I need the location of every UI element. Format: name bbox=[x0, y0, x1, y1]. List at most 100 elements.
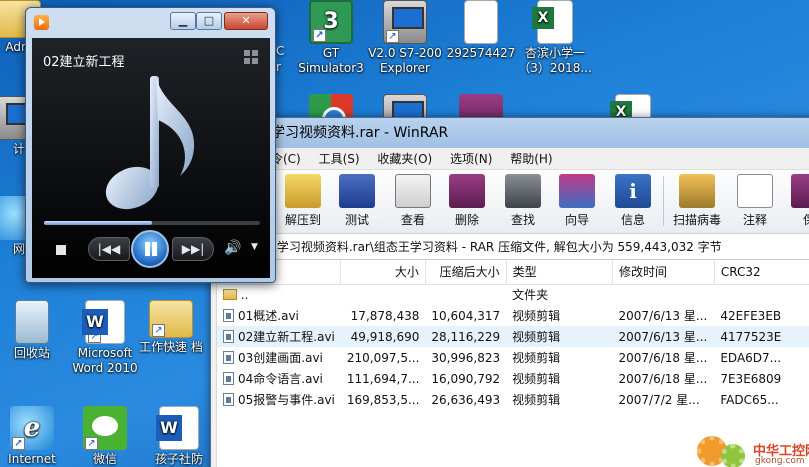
wizard-icon bbox=[559, 174, 595, 208]
crc-cell: FADC65... bbox=[720, 392, 779, 407]
next-button[interactable]: ▶▶| bbox=[172, 237, 214, 261]
desktop-icon-s7-explorer[interactable]: ↗ V2.0 S7-200 Explorer bbox=[366, 0, 444, 76]
desktop-icon-label: 杏滨小学一（3）2018... bbox=[518, 46, 592, 75]
test-icon bbox=[339, 174, 375, 208]
file-list-area: 大小 压缩后大小 类型 修改时间 CRC32 .. 文件夹 01概述.avi 1… bbox=[211, 260, 809, 467]
media-player-screen: 02建立新工程 |◀◀ ▶▶| 🔊 ▼ bbox=[32, 38, 270, 278]
media-player-window[interactable]: ▁ □ ✕ 02建立新工程 |◀◀ ▶▶| 🔊 ▼ bbox=[25, 7, 276, 283]
column-header-size[interactable]: 大小 bbox=[340, 260, 426, 285]
minimize-button[interactable]: ▁ bbox=[170, 12, 196, 30]
toolbar-label: 保 bbox=[802, 213, 809, 227]
volume-menu-chevron-down-icon[interactable]: ▼ bbox=[251, 242, 258, 252]
previous-button[interactable]: |◀◀ bbox=[88, 237, 130, 261]
comment-button[interactable]: 注释 bbox=[725, 174, 785, 228]
column-header-crc[interactable]: CRC32 bbox=[714, 260, 809, 285]
pause-button[interactable] bbox=[131, 230, 169, 268]
winrar-titlebar[interactable]: 学习视频资料.rar - WinRAR bbox=[211, 118, 809, 148]
desktop-icon-recycle-bin[interactable]: 回收站 bbox=[0, 300, 71, 361]
modified-cell: 2007/6/13 星... bbox=[618, 309, 708, 323]
video-file-icon bbox=[223, 351, 234, 364]
desktop-icon-excel-2[interactable] bbox=[594, 94, 672, 118]
desktop-icon-word-doc[interactable]: 孩子社防 bbox=[140, 406, 218, 467]
toolbar-label: 删除 bbox=[454, 213, 479, 227]
archive-path: 组态王学习视频资料.rar\组态王学习资料 - RAR 压缩文件, 解包大小为 … bbox=[240, 240, 722, 254]
watermark-subtext: gkong.com bbox=[755, 456, 805, 466]
toolbar-label: 解压到 bbox=[284, 213, 321, 227]
size-cell: 17,878,438 bbox=[350, 308, 420, 323]
size-cell bbox=[341, 284, 426, 305]
desktop-icon-excel-file[interactable]: 杏滨小学一（3）2018... bbox=[516, 0, 594, 76]
find-button[interactable]: 查找 bbox=[493, 174, 553, 228]
packed-cell: 28,116,229 bbox=[425, 326, 507, 347]
desktop-icon-work-shortcut[interactable]: ↗ 工作快速 档 bbox=[132, 300, 210, 355]
packed-cell: 16,090,792 bbox=[431, 371, 501, 386]
packed-cell: 10,604,317 bbox=[431, 308, 501, 323]
stop-button[interactable] bbox=[56, 245, 66, 255]
view-icon bbox=[395, 174, 431, 208]
size-cell: 49,918,690 bbox=[340, 326, 426, 347]
menu-options[interactable]: 选项(N) bbox=[450, 152, 492, 166]
watermark: 中华工控网 gkong.com bbox=[691, 434, 809, 467]
switch-to-library-icon[interactable] bbox=[244, 50, 260, 64]
info-button[interactable]: i 信息 bbox=[603, 174, 663, 228]
toolbar-label: 信息 bbox=[620, 213, 645, 227]
size-cell: 210,097,5... bbox=[346, 350, 420, 365]
folder-icon: ↗ bbox=[149, 300, 193, 338]
excel-icon bbox=[610, 94, 651, 118]
crc-cell: EDA6D7... bbox=[720, 350, 782, 365]
file-name: 01概述.avi bbox=[238, 309, 299, 323]
seek-bar[interactable] bbox=[44, 221, 260, 225]
protect-button[interactable]: 保 bbox=[779, 174, 809, 228]
video-file-icon bbox=[223, 330, 234, 343]
test-button[interactable]: 测试 bbox=[327, 174, 387, 228]
desktop-icon-wechat[interactable]: ↗ 微信 bbox=[66, 406, 144, 467]
wizard-button[interactable]: 向导 bbox=[547, 174, 607, 228]
maximize-button[interactable]: □ bbox=[196, 12, 222, 30]
file-name-cell: 01概述.avi bbox=[217, 305, 341, 326]
desktop-icon-chrome[interactable] bbox=[292, 94, 370, 118]
wechat-icon: ↗ bbox=[83, 406, 127, 450]
toolbar-label: 扫描病毒 bbox=[672, 213, 721, 227]
column-header-modified[interactable]: 修改时间 bbox=[612, 260, 715, 285]
desktop-partial-label: r bbox=[276, 60, 281, 74]
desktop-icon-internet[interactable]: e ↗ Internet bbox=[0, 406, 71, 467]
video-file-icon bbox=[223, 393, 234, 406]
desktop-icon-gt-simulator[interactable]: 3 ↗ GT Simulator3 bbox=[292, 0, 370, 76]
table-row[interactable]: 05报警与事件.avi 169,853,5... 26,636,493 视频剪辑… bbox=[217, 389, 809, 410]
size-cell: 169,853,5... bbox=[346, 392, 420, 407]
table-row[interactable]: 04命令语言.avi 111,694,7... 16,090,792 视频剪辑 … bbox=[217, 368, 809, 389]
media-player-titlebar[interactable]: ▁ □ ✕ bbox=[26, 8, 275, 34]
type-cell: 视频剪辑 bbox=[512, 393, 561, 407]
comment-icon bbox=[737, 174, 773, 208]
desktop-icon-label: 工作快速 档 bbox=[139, 340, 203, 354]
s7-explorer-icon: ↗ bbox=[383, 0, 427, 44]
table-row-selected[interactable]: 02建立新工程.avi 49,918,690 28,116,229 视频剪辑 2… bbox=[217, 326, 809, 347]
desktop-icon-label: V2.0 S7-200 Explorer bbox=[368, 46, 442, 75]
delete-button[interactable]: 删除 bbox=[437, 174, 497, 228]
archive-path-bar[interactable]: 组态王学习视频资料.rar\组态王学习资料 - RAR 压缩文件, 解包大小为 … bbox=[211, 234, 809, 260]
desktop-icon-label: GT Simulator3 bbox=[298, 46, 364, 75]
menu-favorites[interactable]: 收藏夹(O) bbox=[377, 152, 432, 166]
column-header-type[interactable]: 类型 bbox=[506, 260, 614, 285]
menu-help[interactable]: 帮助(H) bbox=[510, 152, 552, 166]
column-header-packed[interactable]: 压缩后大小 bbox=[425, 260, 507, 285]
file-name-cell: 03创建画面.avi bbox=[217, 347, 341, 368]
delete-icon bbox=[449, 174, 485, 208]
crc-cell: 7E3E6809 bbox=[720, 371, 782, 386]
crc-cell bbox=[714, 284, 809, 305]
close-button[interactable]: ✕ bbox=[224, 12, 268, 30]
volume-button[interactable]: 🔊 bbox=[224, 240, 241, 256]
menu-tools[interactable]: 工具(S) bbox=[319, 152, 360, 166]
extract-to-button[interactable]: 解压到 bbox=[273, 174, 333, 228]
table-row[interactable]: 03创建画面.avi 210,097,5... 30,996,823 视频剪辑 … bbox=[217, 347, 809, 368]
protect-icon bbox=[791, 174, 809, 208]
desktop-icon-winrar[interactable] bbox=[442, 94, 520, 118]
table-row[interactable]: .. 文件夹 bbox=[217, 284, 809, 305]
desktop-icon-292574427[interactable]: 292574427 bbox=[442, 0, 520, 61]
virus-scan-button[interactable]: 扫描病毒 bbox=[667, 174, 727, 228]
winrar-window[interactable]: 学习视频资料.rar - WinRAR 令(C) 工具(S) 收藏夹(O) 选项… bbox=[210, 117, 809, 467]
media-player-logo-icon bbox=[34, 15, 49, 30]
desktop-icon-partial[interactable] bbox=[366, 94, 444, 118]
table-row[interactable]: 01概述.avi 17,878,438 10,604,317 视频剪辑 2007… bbox=[217, 305, 809, 326]
view-button[interactable]: 查看 bbox=[383, 174, 443, 228]
